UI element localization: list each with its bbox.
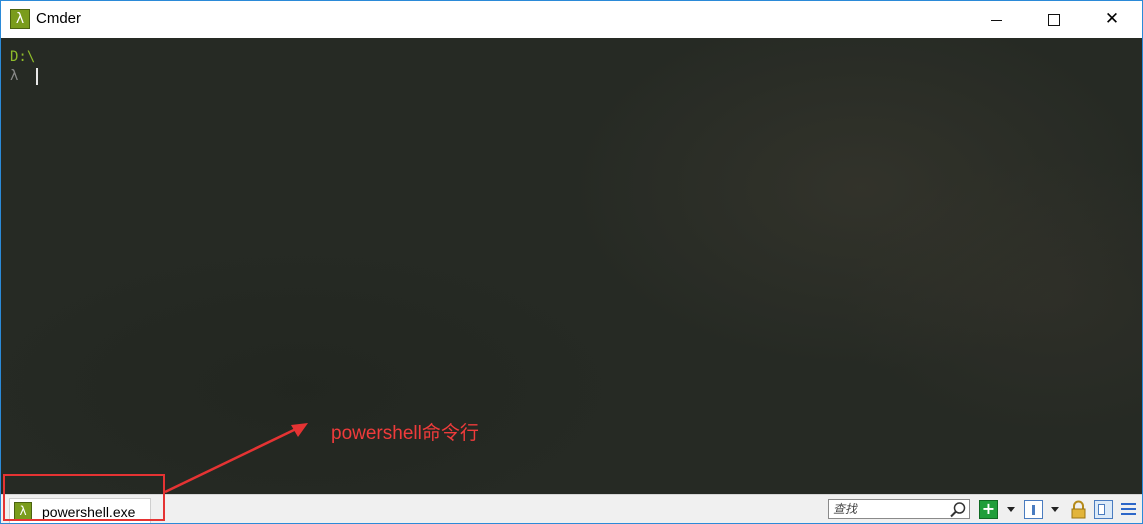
terminal-area[interactable]: D:\ λ — [1, 38, 1142, 494]
split-view-icon[interactable] — [1024, 500, 1043, 519]
status-bar: λ powershell.exe + — [1, 494, 1142, 523]
annotation-label: powershell命令行 — [331, 423, 479, 444]
close-icon: ✕ — [1104, 9, 1120, 29]
title-bar[interactable]: λ Cmder ✕ — [1, 1, 1142, 38]
chevron-down-icon[interactable] — [1051, 507, 1059, 512]
cmder-window: λ Cmder ✕ D:\ λ λ powershell.exe + — [0, 0, 1143, 524]
minimize-button[interactable] — [973, 1, 1019, 38]
panel-icon[interactable] — [1094, 500, 1113, 519]
maximize-icon — [1048, 13, 1060, 26]
window-title: Cmder — [36, 10, 82, 27]
prompt-symbol: λ — [10, 68, 19, 84]
search-box[interactable] — [828, 499, 970, 519]
minimize-icon — [990, 19, 1002, 21]
search-icon[interactable] — [949, 501, 967, 519]
cmder-lambda-icon[interactable]: λ — [10, 9, 30, 29]
chevron-down-icon[interactable] — [1007, 507, 1015, 512]
current-directory: D:\ — [10, 49, 36, 65]
lock-icon[interactable] — [1069, 500, 1088, 519]
menu-icon[interactable] — [1119, 500, 1138, 519]
maximize-button[interactable] — [1031, 1, 1077, 38]
text-cursor — [36, 68, 38, 85]
highlight-box — [3, 474, 165, 521]
close-button[interactable]: ✕ — [1089, 1, 1135, 38]
search-input[interactable] — [829, 500, 955, 518]
plus-icon[interactable]: + — [979, 500, 998, 519]
